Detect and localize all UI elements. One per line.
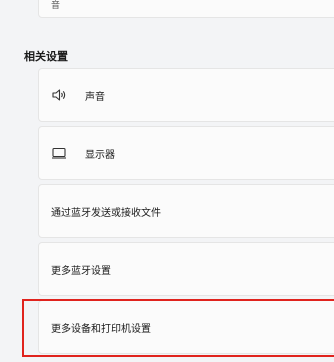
monitor-icon xyxy=(51,145,67,161)
display-setting[interactable]: 显示器 xyxy=(38,126,334,180)
bluetooth-send-receive-label: 通过蓝牙发送或接收文件 xyxy=(51,207,161,219)
previous-setting-card[interactable]: 音 xyxy=(38,0,334,18)
more-bluetooth-settings-label: 更多蓝牙设置 xyxy=(51,265,111,277)
sound-setting[interactable]: 声音 xyxy=(38,68,334,122)
more-bluetooth-settings[interactable]: 更多蓝牙设置 xyxy=(38,242,334,296)
sound-setting-label: 声音 xyxy=(85,91,105,103)
display-setting-label: 显示器 xyxy=(85,149,115,161)
previous-setting-label: 音 xyxy=(51,1,61,11)
more-devices-printers-settings[interactable]: 更多设备和打印机设置 xyxy=(38,300,334,354)
more-devices-printers-label: 更多设备和打印机设置 xyxy=(51,323,151,335)
bluetooth-send-receive-files[interactable]: 通过蓝牙发送或接收文件 xyxy=(38,184,334,238)
speaker-icon xyxy=(51,87,67,103)
related-settings-heading: 相关设置 xyxy=(24,50,68,63)
